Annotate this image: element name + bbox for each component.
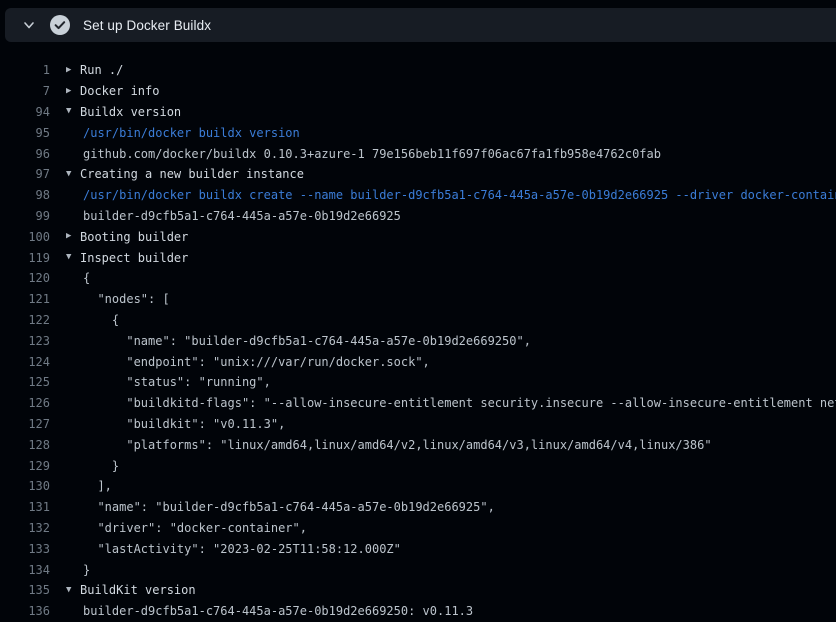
log-text: "buildkit": "v0.11.3", xyxy=(83,417,285,431)
log-text: } xyxy=(83,459,119,473)
log-text: Docker info xyxy=(80,84,159,98)
log-line: 134 } xyxy=(0,559,836,580)
log-text: github.com/docker/buildx 0.10.3+azure-1 … xyxy=(83,147,661,161)
line-number[interactable]: 133 xyxy=(0,542,50,556)
log-text: /usr/bin/docker buildx create --name bui… xyxy=(83,188,836,202)
line-number[interactable]: 127 xyxy=(0,417,50,431)
line-number[interactable]: 122 xyxy=(0,313,50,327)
log-line: 121 "nodes": [ xyxy=(0,289,836,310)
log-text: { xyxy=(83,313,119,327)
log-line: 120 { xyxy=(0,268,836,289)
line-number[interactable]: 94 xyxy=(0,105,50,119)
log-text: "name": "builder-d9cfb5a1-c764-445a-a57e… xyxy=(83,500,495,514)
log-line: 123 "name": "builder-d9cfb5a1-c764-445a-… xyxy=(0,330,836,351)
line-number[interactable]: 132 xyxy=(0,521,50,535)
triangle-collapsed-icon: ▶ xyxy=(66,66,80,75)
line-number[interactable]: 131 xyxy=(0,500,50,514)
triangle-collapsed-icon: ▶ xyxy=(66,87,80,96)
log-line[interactable]: 1 ▶ Run ./ xyxy=(0,60,836,81)
log-text: Run ./ xyxy=(80,63,123,77)
step-title: Set up Docker Buildx xyxy=(83,18,211,33)
log-text: "lastActivity": "2023-02-25T11:58:12.000… xyxy=(83,542,401,556)
log-line[interactable]: 97 ▼ Creating a new builder instance xyxy=(0,164,836,185)
log-line: 132 "driver": "docker-container", xyxy=(0,518,836,539)
log-text: "nodes": [ xyxy=(83,292,170,306)
log-text: ], xyxy=(83,479,112,493)
log-text: /usr/bin/docker buildx version xyxy=(83,126,300,140)
log-text: builder-d9cfb5a1-c764-445a-a57e-0b19d2e6… xyxy=(83,209,401,223)
log-line: 133 "lastActivity": "2023-02-25T11:58:12… xyxy=(0,538,836,559)
log-line: 126 "buildkitd-flags": "--allow-insecure… xyxy=(0,393,836,414)
log-line[interactable]: 94 ▼ Buildx version xyxy=(0,102,836,123)
log-line: 131 "name": "builder-d9cfb5a1-c764-445a-… xyxy=(0,497,836,518)
log-text: "platforms": "linux/amd64,linux/amd64/v2… xyxy=(83,438,712,452)
line-number[interactable]: 129 xyxy=(0,459,50,473)
log-line: 130 ], xyxy=(0,476,836,497)
line-number[interactable]: 128 xyxy=(0,438,50,452)
log-line: 99 builder-d9cfb5a1-c764-445a-a57e-0b19d… xyxy=(0,206,836,227)
triangle-expanded-icon: ▼ xyxy=(66,170,80,179)
line-number[interactable]: 125 xyxy=(0,375,50,389)
line-number[interactable]: 95 xyxy=(0,126,50,140)
log-text: "endpoint": "unix:///var/run/docker.sock… xyxy=(83,355,430,369)
log-line: 129 } xyxy=(0,455,836,476)
chevron-down-icon[interactable] xyxy=(22,18,36,32)
triangle-collapsed-icon: ▶ xyxy=(66,232,80,241)
line-number[interactable]: 97 xyxy=(0,167,50,181)
log-line: 124 "endpoint": "unix:///var/run/docker.… xyxy=(0,351,836,372)
triangle-expanded-icon: ▼ xyxy=(66,586,80,595)
log-text: "status": "running", xyxy=(83,375,271,389)
log-text: Creating a new builder instance xyxy=(80,167,304,181)
step-header[interactable]: Set up Docker Buildx xyxy=(5,8,836,42)
triangle-expanded-icon: ▼ xyxy=(66,253,80,262)
log-text: "name": "builder-d9cfb5a1-c764-445a-a57e… xyxy=(83,334,531,348)
log-line: 96 github.com/docker/buildx 0.10.3+azure… xyxy=(0,143,836,164)
line-number[interactable]: 121 xyxy=(0,292,50,306)
line-number[interactable]: 1 xyxy=(0,63,50,77)
line-number[interactable]: 119 xyxy=(0,251,50,265)
log-line: 95 /usr/bin/docker buildx version xyxy=(0,122,836,143)
line-number[interactable]: 98 xyxy=(0,188,50,202)
log-text: Booting builder xyxy=(80,230,188,244)
line-number[interactable]: 120 xyxy=(0,271,50,285)
log-view: 1 ▶ Run ./ 7 ▶ Docker info 94 ▼ Buildx v… xyxy=(0,42,836,622)
log-line: 127 "buildkit": "v0.11.3", xyxy=(0,414,836,435)
log-line: 128 "platforms": "linux/amd64,linux/amd6… xyxy=(0,434,836,455)
log-line[interactable]: 100 ▶ Booting builder xyxy=(0,226,836,247)
log-line[interactable]: 7 ▶ Docker info xyxy=(0,81,836,102)
check-circle-icon xyxy=(50,15,70,35)
log-text: { xyxy=(83,271,90,285)
log-text: } xyxy=(83,563,90,577)
line-number[interactable]: 130 xyxy=(0,479,50,493)
log-text: BuildKit version xyxy=(80,583,196,597)
line-number[interactable]: 126 xyxy=(0,396,50,410)
line-number[interactable]: 100 xyxy=(0,230,50,244)
log-text: "buildkitd-flags": "--allow-insecure-ent… xyxy=(83,396,836,410)
line-number[interactable]: 96 xyxy=(0,147,50,161)
log-line: 122 { xyxy=(0,310,836,331)
line-number[interactable]: 135 xyxy=(0,583,50,597)
line-number[interactable]: 99 xyxy=(0,209,50,223)
log-text: Buildx version xyxy=(80,105,181,119)
log-line[interactable]: 119 ▼ Inspect builder xyxy=(0,247,836,268)
log-line: 98 /usr/bin/docker buildx create --name … xyxy=(0,185,836,206)
line-number[interactable]: 124 xyxy=(0,355,50,369)
line-number[interactable]: 7 xyxy=(0,84,50,98)
triangle-expanded-icon: ▼ xyxy=(66,107,80,116)
line-number[interactable]: 134 xyxy=(0,563,50,577)
log-text: Inspect builder xyxy=(80,251,188,265)
line-number[interactable]: 136 xyxy=(0,604,50,618)
log-line[interactable]: 135 ▼ BuildKit version xyxy=(0,580,836,601)
log-line: 125 "status": "running", xyxy=(0,372,836,393)
log-text: builder-d9cfb5a1-c764-445a-a57e-0b19d2e6… xyxy=(83,604,473,618)
log-text: "driver": "docker-container", xyxy=(83,521,307,535)
line-number[interactable]: 123 xyxy=(0,334,50,348)
